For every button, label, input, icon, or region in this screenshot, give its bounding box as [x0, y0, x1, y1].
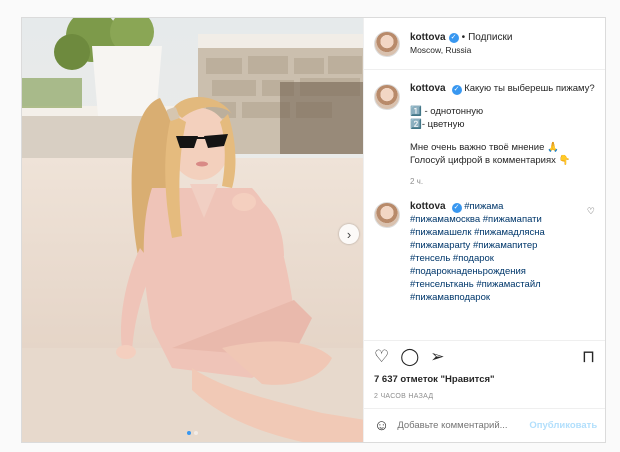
publish-button[interactable]: Опубликовать	[529, 420, 597, 431]
hashtag-link[interactable]: #тенсельткань #пижамастайл	[410, 278, 583, 291]
hashtag-link[interactable]: #пижамашелк #пижамадлясна	[410, 226, 583, 239]
hashtag-link[interactable]: #пижамаparty #пижамапитер	[410, 239, 583, 252]
caption-line: 2️⃣- цветную	[410, 119, 465, 130]
caption-first-line: kottova ✓ Какую ты выберешь пижаму?	[410, 82, 595, 95]
comment-item: kottova ✓ #пижама #пижамамосква #пижамапа…	[374, 200, 595, 304]
comment-icon[interactable]: ◯	[400, 348, 419, 365]
photo-illustration	[22, 18, 363, 442]
heart-icon[interactable]: ♡	[374, 348, 389, 365]
caption-time[interactable]: 2 ч.	[410, 175, 595, 188]
header-username[interactable]: kottova	[410, 32, 446, 43]
header-separator: •	[461, 32, 466, 43]
caption-body: kottova ✓ Какую ты выберешь пижаму? 1️⃣ -…	[410, 82, 595, 188]
caption-line: Мне очень важно твоё мнение 🙏	[410, 142, 559, 153]
header-line: kottova ✓ • Подписки	[410, 32, 512, 43]
hashtag-link[interactable]: #тенсель #подарок	[410, 252, 583, 265]
post-photo[interactable]: ›	[22, 18, 363, 442]
likes-count[interactable]: 7 637 отметок "Нравится"	[364, 372, 605, 387]
hashtag-link[interactable]: #пижама	[464, 201, 503, 212]
hashtag-link[interactable]: #пижамамосква #пижамапати	[410, 213, 583, 226]
post-time: 2 ЧАСОВ НАЗАД	[374, 393, 434, 400]
add-comment-bar: ☺ Опубликовать	[364, 408, 605, 442]
comment-body: kottova ✓ #пижама #пижамамосква #пижамапа…	[410, 200, 583, 304]
verified-badge-icon: ✓	[451, 203, 462, 213]
verified-badge-icon: ✓	[451, 85, 462, 95]
post-modal: › kottova ✓ • Подписки Moscow, Russia ko…	[21, 17, 606, 443]
verified-badge-icon: ✓	[448, 32, 459, 43]
carousel-dot	[194, 431, 198, 435]
post-header: kottova ✓ • Подписки Moscow, Russia	[364, 18, 605, 70]
caption-line: 1️⃣ - однотонную	[410, 106, 484, 117]
comment-first-line: kottova ✓ #пижама	[410, 200, 583, 213]
bookmark-icon[interactable]: ⊓	[582, 348, 595, 365]
hashtag-link[interactable]: #подарокнаденьрождения	[410, 265, 583, 278]
comment-like-icon[interactable]: ♡	[587, 206, 595, 304]
comments-section: kottova ✓ Какую ты выберешь пижаму? 1️⃣ -…	[364, 70, 605, 340]
chevron-right-icon: ›	[346, 226, 352, 242]
comment-username[interactable]: kottova	[410, 201, 446, 212]
action-bar: ♡ ◯ ➢ ⊓	[364, 340, 605, 372]
carousel-dot-active	[187, 431, 191, 435]
share-icon[interactable]: ➢	[430, 348, 444, 365]
avatar[interactable]	[374, 202, 400, 228]
hashtag-link[interactable]: #пижамавподарок	[410, 291, 583, 304]
next-slide-button[interactable]: ›	[339, 224, 359, 244]
carousel-indicator	[187, 431, 198, 435]
location-link[interactable]: Moscow, Russia	[410, 45, 512, 55]
header-info: kottova ✓ • Подписки Moscow, Russia	[410, 32, 512, 55]
smile-icon[interactable]: ☺	[374, 417, 389, 434]
post-sidebar: kottova ✓ • Подписки Moscow, Russia kott…	[363, 18, 605, 442]
avatar[interactable]	[374, 30, 400, 57]
comment-input[interactable]	[397, 420, 530, 431]
caption-username[interactable]: kottova	[410, 83, 446, 94]
caption-line: Голосуй цифрой в комментариях 👇	[410, 155, 571, 166]
follow-status-button[interactable]: Подписки	[468, 32, 512, 43]
avatar[interactable]	[374, 84, 400, 110]
caption-item: kottova ✓ Какую ты выберешь пижаму? 1️⃣ -…	[374, 82, 595, 188]
caption-text: Какую ты выберешь пижаму?	[464, 83, 595, 94]
